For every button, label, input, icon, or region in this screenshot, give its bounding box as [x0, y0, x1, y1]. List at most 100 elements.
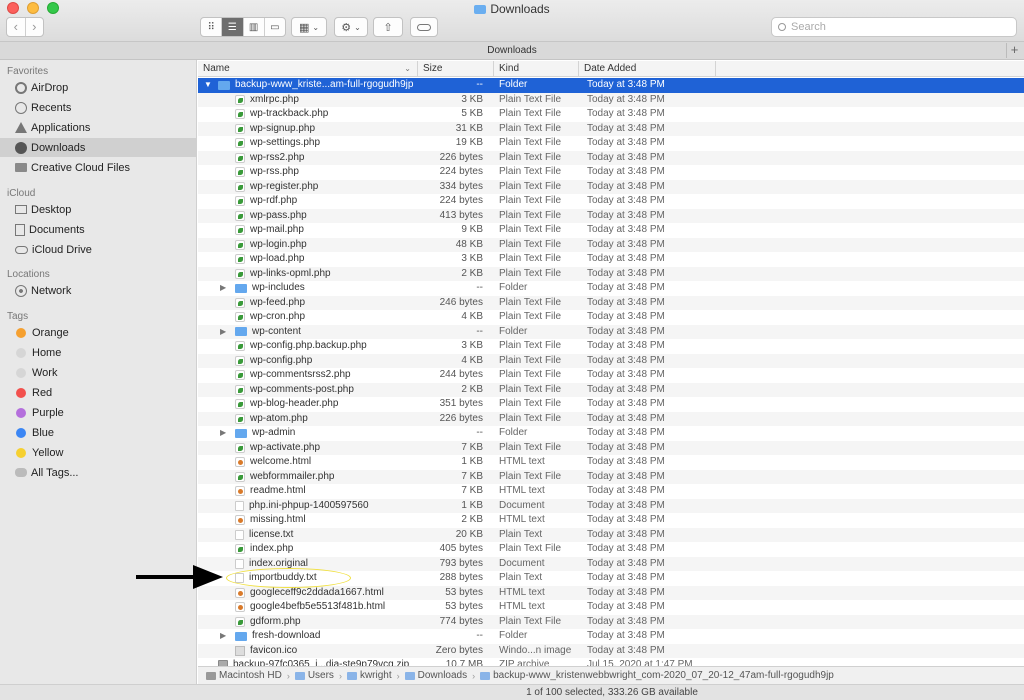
sidebar-tag-work[interactable]: Work: [0, 363, 196, 382]
file-row[interactable]: wp-blog-header.php 351 bytes Plain Text Fi…: [198, 397, 1024, 412]
file-row[interactable]: wp-settings.php 19 KB Plain Text File Today…: [198, 136, 1024, 151]
sidebar-item-airdrop[interactable]: AirDrop: [0, 78, 196, 97]
tab-downloads[interactable]: Downloads: [487, 45, 536, 56]
file-row[interactable]: wp-register.php 334 bytes Plain Text File T…: [198, 179, 1024, 194]
disclosure-collapsed-icon[interactable]: ▶: [220, 629, 226, 644]
php-file-icon: [235, 239, 245, 250]
sidebar-tag-orange[interactable]: Orange: [0, 323, 196, 342]
gallery-view-button[interactable]: ▭: [265, 18, 285, 36]
file-row[interactable]: wp-pass.php 413 bytes Plain Text File Today…: [198, 208, 1024, 223]
folder-icon: [480, 671, 491, 680]
sidebar-item-documents[interactable]: Documents: [0, 220, 196, 239]
column-size-header[interactable]: Size: [418, 61, 494, 77]
forward-button[interactable]: ›: [26, 18, 44, 36]
file-row[interactable]: wp-comments-post.php 2 KB Plain Text File T…: [198, 382, 1024, 397]
sidebar-tag-yellow[interactable]: Yellow: [0, 443, 196, 462]
file-row[interactable]: wp-mail.php 9 KB Plain Text File Today at 3…: [198, 223, 1024, 238]
path-segment[interactable]: Users: [294, 670, 334, 681]
file-row[interactable]: missing.html 2 KB HTML text Today at 3:48 P…: [198, 513, 1024, 528]
file-row[interactable]: google4befb5e5513f481b.html 53 bytes HTML …: [198, 600, 1024, 615]
file-name: gdform.php: [250, 615, 301, 627]
clock-icon: [15, 101, 27, 114]
file-row[interactable]: xmlrpc.php 3 KB Plain Text File Today at 3:…: [198, 92, 1024, 107]
search-field[interactable]: [771, 17, 1017, 37]
file-name-cell: wp-config.php.backup.php: [235, 339, 367, 354]
sidebar-tag-all-tags[interactable]: All Tags...: [0, 463, 196, 482]
file-row[interactable]: wp-cron.php 4 KB Plain Text File Today at 3…: [198, 310, 1024, 325]
file-row[interactable]: backup-97fc0365_i...dia-ste9p79vcg.zip 10…: [198, 658, 1024, 666]
sidebar-tag-home[interactable]: Home: [0, 343, 196, 362]
new-tab-button[interactable]: +: [1006, 43, 1022, 58]
file-row[interactable]: wp-atom.php 226 bytes Plain Text File Today…: [198, 411, 1024, 426]
file-row[interactable]: wp-activate.php 7 KB Plain Text File Today …: [198, 440, 1024, 455]
file-row[interactable]: index.php 405 bytes Plain Text File Today a…: [198, 542, 1024, 557]
downloads-icon: [15, 141, 27, 154]
folder-row[interactable]: ▶ wp-includes -- Folder Today at 3:48 PM: [198, 281, 1024, 296]
sidebar-tag-purple[interactable]: Purple: [0, 403, 196, 422]
back-button[interactable]: ‹: [7, 18, 26, 36]
disclosure-collapsed-icon[interactable]: ▶: [220, 281, 226, 296]
sidebar-item-downloads[interactable]: Downloads: [0, 138, 196, 157]
file-row[interactable]: gdform.php 774 bytes Plain Text File Today …: [198, 614, 1024, 629]
sidebar-tag-red[interactable]: Red: [0, 383, 196, 402]
file-date-added: Today at 3:48 PM: [587, 528, 665, 540]
php-file-icon: [235, 399, 245, 410]
file-row[interactable]: wp-load.php 3 KB Plain Text File Today at 3…: [198, 252, 1024, 267]
column-kind-header[interactable]: Kind: [494, 61, 579, 77]
file-row[interactable]: wp-links-opml.php 2 KB Plain Text File Toda…: [198, 266, 1024, 281]
file-name: webformmailer.php: [250, 470, 335, 482]
file-row[interactable]: welcome.html 1 KB HTML text Today at 3:48 P…: [198, 455, 1024, 470]
file-row[interactable]: php.ini-phpup-1400597560 1 KB Document Toda…: [198, 498, 1024, 513]
file-row[interactable]: readme.html 7 KB HTML text Today at 3:48 PM: [198, 484, 1024, 499]
file-row[interactable]: wp-config.php 4 KB Plain Text File Today at…: [198, 353, 1024, 368]
file-row[interactable]: wp-rss2.php 226 bytes Plain Text File Today…: [198, 150, 1024, 165]
folder-row[interactable]: ▶ wp-admin -- Folder Today at 3:48 PM: [198, 426, 1024, 441]
file-name-cell: wp-signup.php: [235, 122, 315, 137]
path-segment[interactable]: Macintosh HD: [206, 670, 282, 681]
sidebar-item-applications[interactable]: Applications: [0, 118, 196, 137]
file-row[interactable]: favicon.ico Zero bytes Windo...n image Toda…: [198, 643, 1024, 658]
file-kind: Plain Text File: [499, 224, 562, 235]
folder-row[interactable]: ▼ backup-www_kriste...am-full-rgogudh9jp -…: [198, 78, 1024, 93]
tag-color-dot-icon: [16, 327, 26, 338]
file-row[interactable]: webformmailer.php 7 KB Plain Text File Toda…: [198, 469, 1024, 484]
file-row[interactable]: wp-signup.php 31 KB Plain Text File Today a…: [198, 121, 1024, 137]
sidebar-item-recents[interactable]: Recents: [0, 98, 196, 117]
file-row[interactable]: googleceff9c2ddada1667.html 53 bytes HTML …: [198, 585, 1024, 600]
file-row[interactable]: wp-rdf.php 224 bytes Plain Text File Today …: [198, 194, 1024, 209]
sidebar-tag-blue[interactable]: Blue: [0, 423, 196, 442]
file-row[interactable]: wp-feed.php 246 bytes Plain Text File Today…: [198, 295, 1024, 310]
action-menu-button[interactable]: ⚙ ⌄: [334, 17, 368, 37]
file-kind: Document: [499, 557, 545, 569]
path-segment[interactable]: kwright: [346, 670, 392, 681]
disclosure-expanded-icon[interactable]: ▼: [204, 78, 212, 93]
file-name: wp-pass.php: [250, 209, 307, 221]
search-input[interactable]: [791, 21, 991, 33]
folder-row[interactable]: ▶ fresh-download -- Folder Today at 3:48 PM: [198, 629, 1024, 644]
file-row[interactable]: wp-config.php.backup.php 3 KB Plain Text F…: [198, 339, 1024, 354]
column-date-added-header[interactable]: Date Added: [579, 61, 716, 77]
path-segment[interactable]: Downloads: [404, 670, 467, 681]
group-by-button[interactable]: ▦ ⌄: [291, 17, 327, 37]
icon-view-button[interactable]: ⠿: [201, 18, 223, 36]
file-size: 413 bytes: [439, 209, 483, 221]
folder-row[interactable]: ▶ wp-content -- Folder Today at 3:48 PM: [198, 324, 1024, 340]
disclosure-collapsed-icon[interactable]: ▶: [220, 325, 226, 340]
share-button[interactable]: ⇧: [373, 17, 403, 37]
sidebar-item-icloud-drive[interactable]: iCloud Drive: [0, 240, 196, 259]
sidebar-item-creative-cloud-files[interactable]: Creative Cloud Files: [0, 158, 196, 177]
file-row[interactable]: wp-login.php 48 KB Plain Text File Today at…: [198, 237, 1024, 252]
file-row[interactable]: license.txt 20 KB Plain Text Today at 3:48 …: [198, 527, 1024, 542]
file-row[interactable]: wp-commentsrss2.php 244 bytes Plain Text F…: [198, 368, 1024, 383]
php-file-icon: [235, 196, 245, 207]
path-segment[interactable]: backup-www_kristenwebbwright_com-2020_07…: [480, 670, 834, 681]
sidebar-item-desktop[interactable]: Desktop: [0, 200, 196, 219]
column-name-header[interactable]: Name ⌄: [198, 61, 418, 77]
file-row[interactable]: wp-rss.php 224 bytes Plain Text File Today …: [198, 165, 1024, 180]
tags-button[interactable]: [410, 17, 438, 37]
disclosure-collapsed-icon[interactable]: ▶: [220, 426, 226, 441]
file-row[interactable]: wp-trackback.php 5 KB Plain Text File Today…: [198, 107, 1024, 122]
column-view-button[interactable]: ▥: [244, 18, 265, 36]
sidebar-item-network[interactable]: Network: [0, 281, 196, 300]
list-view-button[interactable]: ☰: [222, 18, 244, 36]
